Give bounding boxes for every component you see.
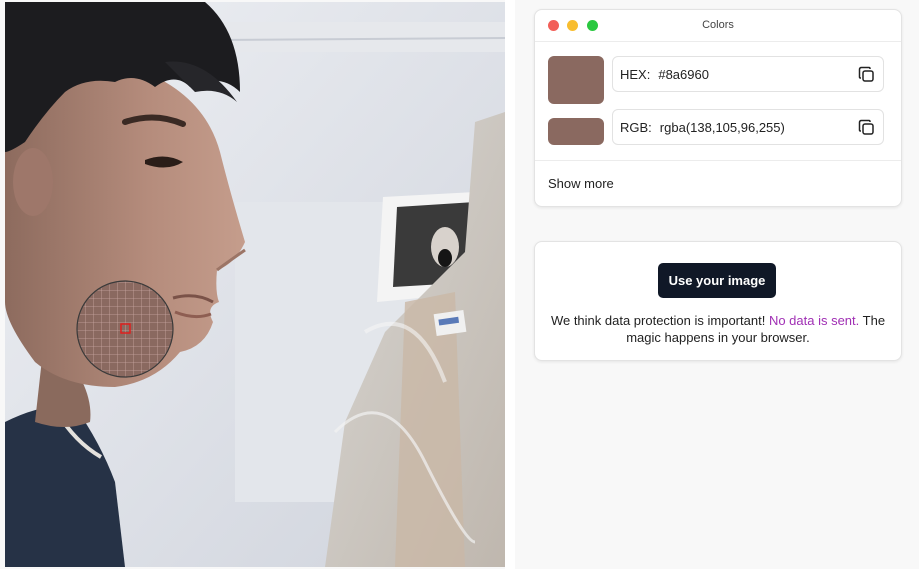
panel-divider: [505, 0, 515, 569]
notice-accent: No data is sent.: [768, 313, 860, 328]
hex-label: HEX:: [620, 67, 651, 82]
copy-rgb-button[interactable]: [858, 119, 875, 136]
rgb-color-swatch: [548, 118, 604, 145]
app-root: Colors HEX: #8a6960 RGB: rgba(138,105,96,2…: [0, 0, 919, 569]
show-more-link[interactable]: Show more: [548, 176, 614, 191]
sidebar: Colors HEX: #8a6960 RGB: rgba(138,105,96,2…: [515, 0, 919, 569]
hex-color-swatch: [548, 56, 604, 104]
upload-card: Use your image We think data protection …: [534, 241, 902, 361]
copy-icon: [858, 119, 874, 135]
window-title: Colors: [702, 19, 734, 31]
copy-hex-button[interactable]: [858, 66, 875, 83]
notice-prefix: We think data protection is important!: [550, 313, 766, 328]
rgb-value: rgba(138,105,96,255): [659, 120, 785, 135]
hex-field[interactable]: HEX: #8a6960: [612, 56, 884, 92]
colors-window: Colors HEX: #8a6960 RGB: rgba(138,105,96,2…: [534, 9, 902, 207]
image-canvas[interactable]: [5, 2, 505, 567]
privacy-notice: We think data protection is important! N…: [545, 312, 891, 346]
rgb-label: RGB:: [620, 120, 652, 135]
hex-value: #8a6960: [658, 67, 709, 82]
rgb-field[interactable]: RGB: rgba(138,105,96,255): [612, 109, 884, 145]
window-titlebar: Colors: [535, 10, 901, 42]
use-your-image-button[interactable]: Use your image: [658, 263, 776, 298]
photo[interactable]: [5, 2, 505, 567]
divider: [535, 160, 901, 161]
copy-icon: [858, 66, 874, 82]
